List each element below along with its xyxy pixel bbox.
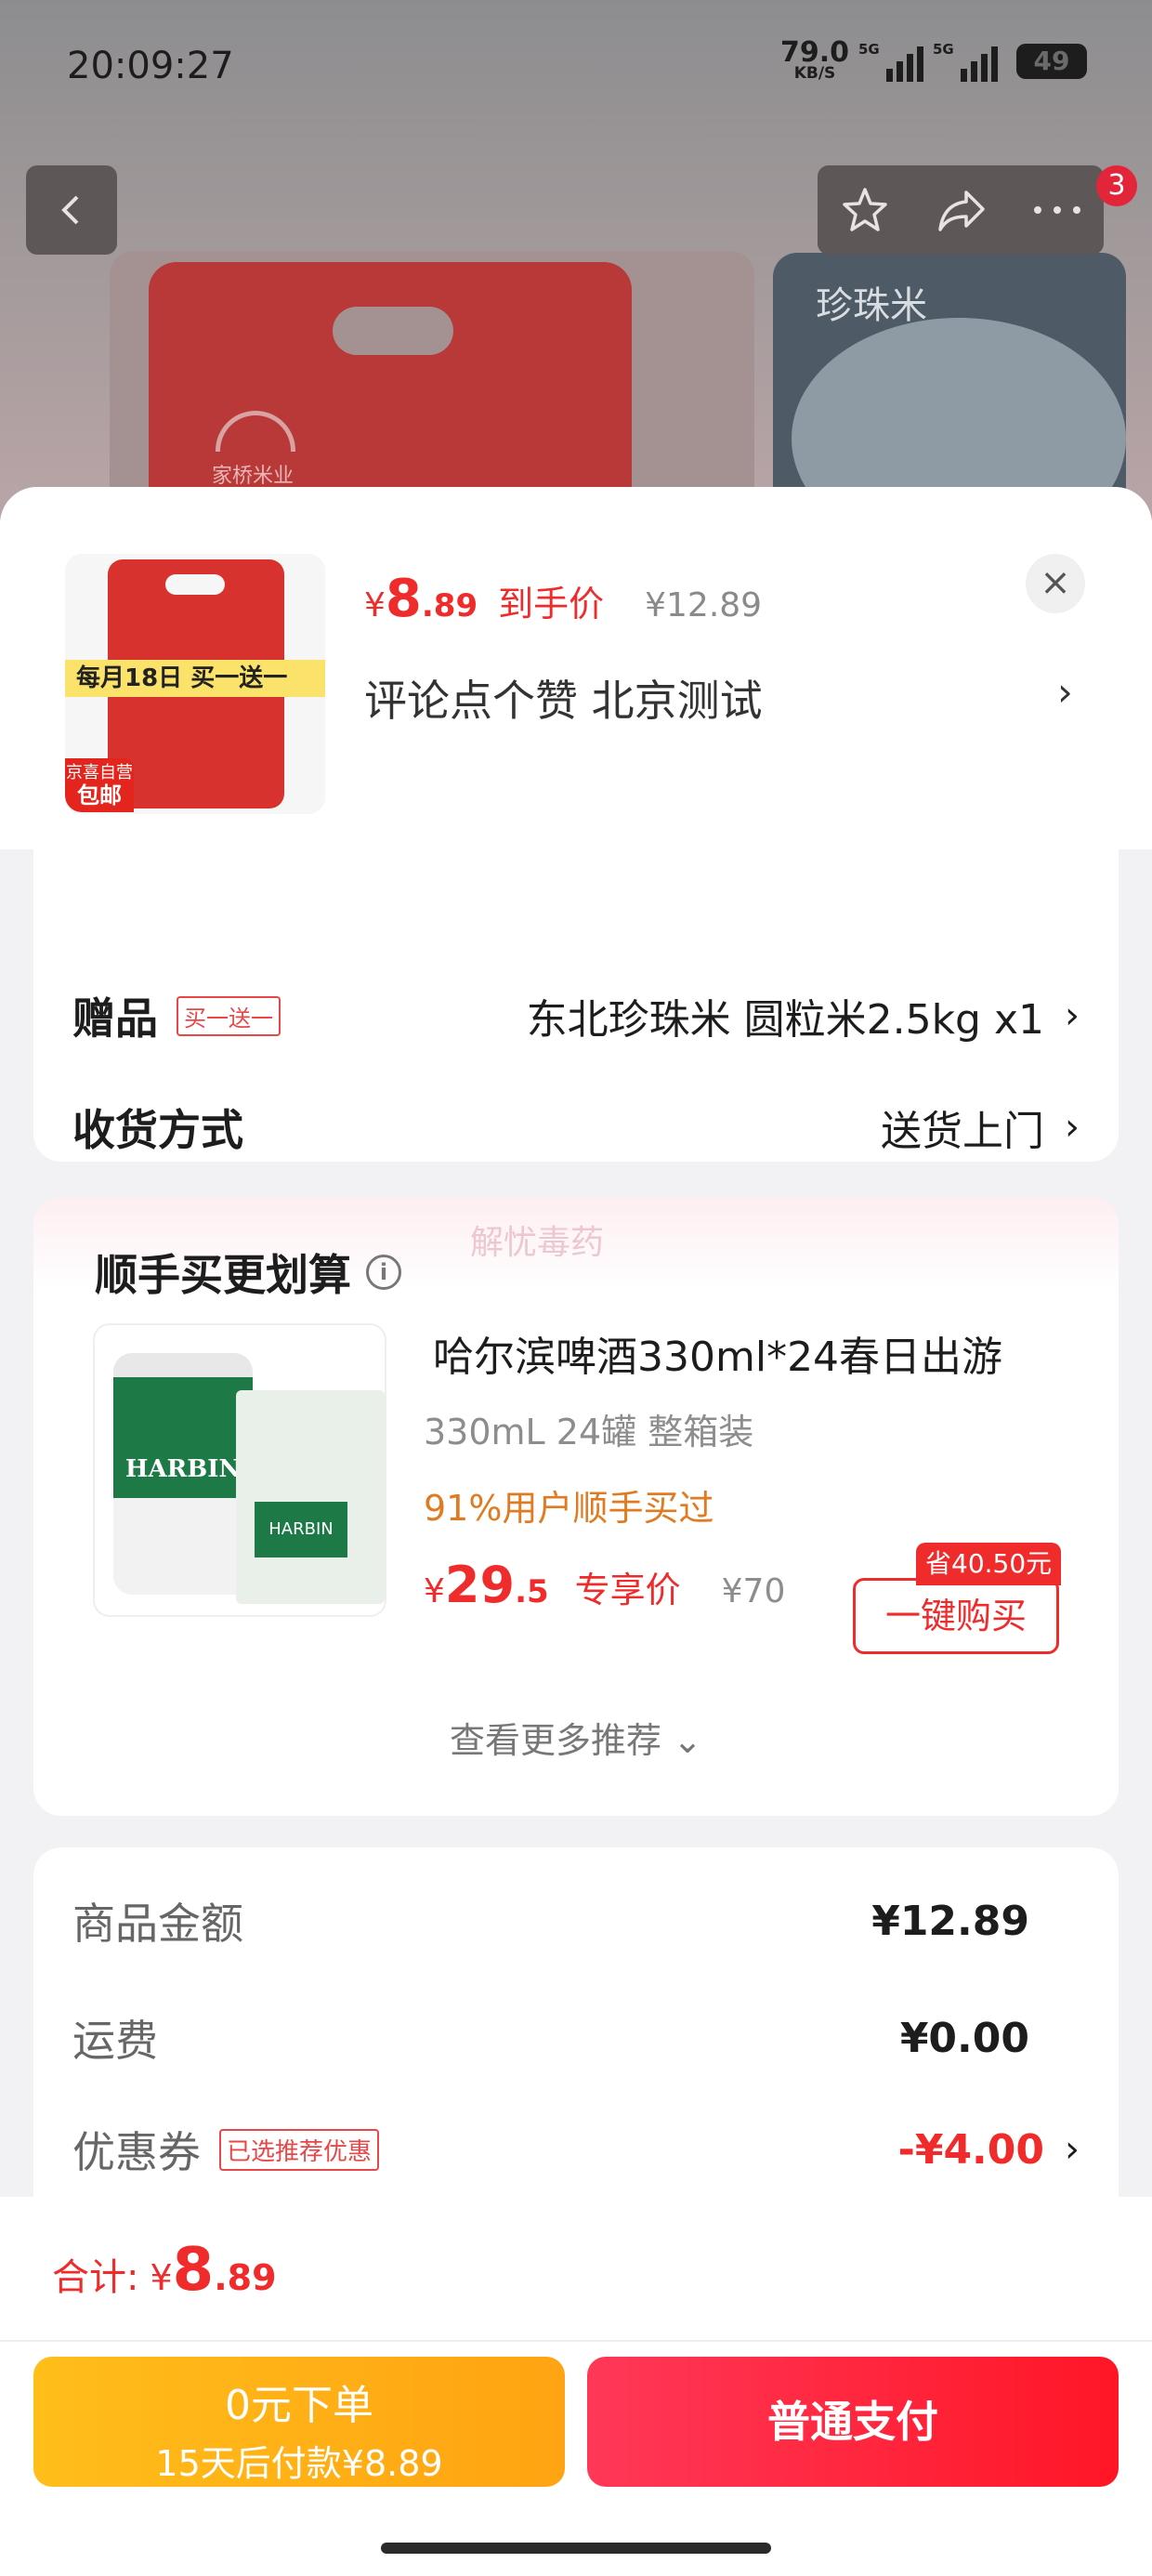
free-shipping-badge: 京喜自营 包邮 (65, 758, 134, 812)
sheet-header: 每月18日 买一送一 京喜自营 包邮 ¥ 8 .89 到手价 ¥12.89 × 评… (0, 487, 1152, 849)
signal-icon-2: 5G (933, 41, 998, 82)
status-time: 20:09:27 (67, 45, 234, 87)
coupon-value: -¥4.00 (897, 2125, 1044, 2174)
price-summary-card: 商品金额 ¥12.89 运费 ¥0.00 优惠券 已选推荐优惠 -¥4.00 › (33, 1847, 1119, 2238)
checkout-bar: 合计: ¥ 8 .89 0元下单 15天后付款¥8.89 普通支付 (0, 2197, 1152, 2576)
rice-bag-image: 家桥米业 (149, 262, 632, 520)
signal-icon: 5G (858, 41, 923, 82)
chevron-right-icon: › (1065, 994, 1080, 1037)
options-card: 赠品 买一送一 东北珍珠米 圆粒米2.5kg x1 › 收货方式 送货上门 › (33, 821, 1119, 1162)
gift-label: 赠品 (72, 993, 158, 1044)
price-tag: 到手价 (498, 584, 605, 624)
more-icon[interactable] (1032, 204, 1082, 216)
normal-pay-button[interactable]: 普通支付 (587, 2357, 1119, 2487)
delivery-row[interactable]: 收货方式 送货上门 › (72, 1097, 1080, 1158)
product-page-background: 20:09:27 79.0 KB/S 5G 5G 49 家桥米业 珍珠米 3 (0, 0, 1152, 520)
recommend-product-name[interactable]: 哈尔滨啤酒330ml*24春日出游 (433, 1323, 1002, 1383)
divider (0, 2340, 1152, 2342)
product-thumbnail: 每月18日 买一送一 京喜自营 包邮 (65, 554, 325, 814)
final-price: ¥ 8 .89 到手价 ¥12.89 (364, 569, 763, 629)
shipping-label: 运费 (72, 2016, 158, 2066)
status-icons: 79.0 KB/S 5G 5G 49 (779, 36, 1087, 83)
watermark: 解忧毒药 (470, 1224, 605, 1262)
close-icon: × (1040, 561, 1071, 604)
shipping-value: ¥0.00 (899, 2014, 1029, 2062)
cart-count-badge: 3 (1096, 165, 1137, 206)
one-click-buy-button[interactable]: 一键购买 (853, 1578, 1059, 1654)
recommend-price: ¥ 29 .5 专享价 ¥70 (424, 1556, 786, 1614)
social-proof: 91%用户顺手买过 (424, 1488, 714, 1529)
more-recommendations-link[interactable]: 查看更多推荐 ⌄ (33, 1712, 1119, 1763)
home-indicator[interactable] (381, 2543, 771, 2554)
coupon-row[interactable]: 优惠券 已选推荐优惠 -¥4.00 › (72, 2119, 1080, 2180)
delivery-address[interactable]: 评论点个赞 北京测试 (364, 667, 763, 729)
back-button[interactable] (26, 165, 117, 255)
recommend-spec: 330mL 24罐 整箱装 (424, 1412, 754, 1452)
share-icon[interactable] (935, 187, 988, 233)
total-price: 合计: ¥ 8 .89 (52, 2236, 277, 2305)
header-toolbar (818, 165, 1104, 255)
recommend-original-price: ¥70 (721, 1572, 786, 1610)
shipping-row: 运费 ¥0.00 (72, 2007, 1080, 2069)
close-button[interactable]: × (1026, 554, 1085, 613)
back-icon (61, 195, 79, 225)
items-amount-row: 商品金额 ¥12.89 (72, 1890, 1080, 1952)
zero-down-order-button[interactable]: 0元下单 15天后付款¥8.89 (33, 2357, 565, 2487)
items-amount-value: ¥12.89 (871, 1897, 1029, 1945)
gift-row[interactable]: 赠品 买一送一 东北珍珠米 圆粒米2.5kg x1 › (72, 985, 1080, 1046)
coupon-tag: 已选推荐优惠 (219, 2128, 380, 2171)
savings-badge: 省40.50元 (916, 1543, 1062, 1585)
promo-banner: 每月18日 买一送一 (65, 660, 325, 697)
recommend-title: 顺手买更划算 i (95, 1242, 401, 1303)
original-price: ¥12.89 (645, 586, 763, 624)
chevron-right-icon: › (1065, 1106, 1080, 1149)
star-icon[interactable] (839, 184, 891, 236)
delivery-value: 送货上门 (881, 1108, 1044, 1155)
items-amount-label: 商品金额 (72, 1899, 243, 1949)
battery-icon: 49 (1016, 44, 1087, 79)
recommend-card: 解忧毒药 顺手买更划算 i HARBIN HARBIN 哈尔滨啤酒330ml*2… (33, 1197, 1119, 1816)
chevron-right-icon: › (1065, 2128, 1080, 2171)
info-icon[interactable]: i (366, 1255, 401, 1290)
net-speed: 79.0 KB/S (779, 36, 849, 83)
recommend-product-image[interactable]: HARBIN HARBIN (93, 1323, 386, 1617)
chevron-right-icon[interactable]: › (1057, 669, 1073, 715)
coupon-label: 优惠券 (72, 2127, 201, 2177)
product-side-image: 珍珠米 (773, 253, 1126, 520)
gift-tag: 买一送一 (177, 995, 281, 1036)
delivery-label: 收货方式 (72, 1105, 243, 1155)
gift-value: 东北珍珠米 圆粒米2.5kg x1 (526, 996, 1044, 1044)
